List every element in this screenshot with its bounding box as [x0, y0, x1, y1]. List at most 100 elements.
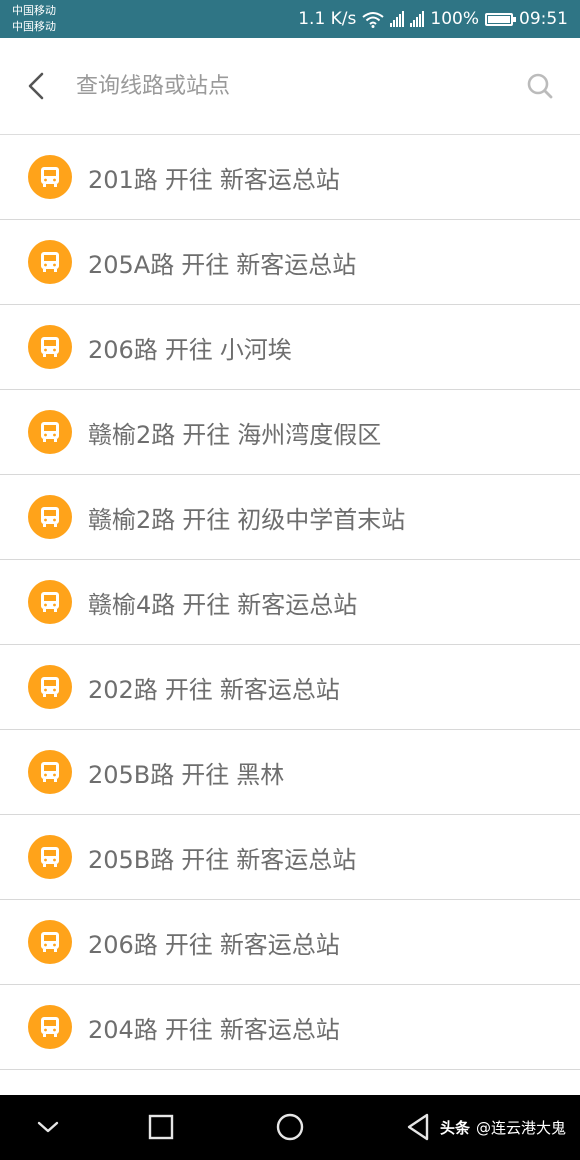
bus-icon: [41, 167, 59, 187]
bus-badge: [28, 920, 72, 964]
route-destination: 新客运总站: [219, 165, 340, 194]
bus-icon: [41, 847, 59, 867]
back-triangle-icon: [407, 1113, 429, 1141]
route-list-item[interactable]: 赣榆4路 开往 新客运总站: [0, 560, 580, 645]
route-text: 205A路 开往 新客运总站: [88, 245, 356, 280]
carrier-labels: 中国移动 中国移动: [12, 3, 56, 35]
route-list-item[interactable]: 205A路 开往 新客运总站: [0, 220, 580, 305]
bus-badge: [28, 155, 72, 199]
route-direction-label: 开往: [182, 420, 231, 449]
route-direction-label: 开往: [181, 250, 230, 279]
route-direction-label: 开往: [181, 760, 230, 789]
chevron-down-icon: [37, 1121, 59, 1133]
route-list-item[interactable]: 205B路 开往 黑林: [0, 730, 580, 815]
route-direction-label: 开往: [164, 1015, 213, 1044]
route-list-item[interactable]: 201路 开往 新客运总站: [0, 135, 580, 220]
route-direction-label: 开往: [164, 930, 213, 959]
route-name: 205B路: [88, 845, 175, 874]
route-list-item[interactable]: 202路 开往 新客运总站: [0, 645, 580, 730]
bus-badge: [28, 750, 72, 794]
route-text: 205B路 开往 新客运总站: [88, 840, 356, 875]
route-name: 206路: [88, 930, 158, 959]
search-icon: [527, 73, 553, 99]
search-header: [0, 38, 580, 135]
route-direction-label: 开往: [164, 165, 213, 194]
watermark-handle: @连云港大鬼: [475, 1119, 566, 1137]
signal-sim2-icon: [410, 11, 425, 27]
bus-icon: [41, 507, 59, 527]
bus-icon: [41, 1017, 59, 1037]
route-text: 202路 开往 新客运总站: [88, 670, 340, 705]
signal-sim1-icon: [390, 11, 405, 27]
bus-icon: [41, 932, 59, 952]
hide-keyboard-button[interactable]: [30, 1109, 66, 1145]
route-list: 201路 开往 新客运总站 205A路 开往 新客运总站 206路 开往 小河埃 赣榆2路 开往 海州…: [0, 135, 580, 1095]
bus-badge: [28, 410, 72, 454]
route-name: 204路: [88, 1015, 158, 1044]
route-text: 201路 开往 新客运总站: [88, 160, 340, 195]
bus-badge: [28, 325, 72, 369]
carrier-1-label: 中国移动: [12, 4, 56, 17]
home-button[interactable]: [272, 1109, 308, 1145]
route-destination: 新客运总站: [236, 845, 357, 874]
route-name: 赣榆2路: [88, 420, 176, 449]
clock: 09:51: [519, 9, 568, 29]
status-indicators: 1.1 K/s 100% 09:51: [298, 0, 568, 38]
route-text: 204路 开往 新客运总站: [88, 1010, 340, 1045]
route-direction-label: 开往: [182, 505, 231, 534]
route-list-item[interactable]: 205B路 开往 新客运总站: [0, 815, 580, 900]
home-circle-icon: [276, 1113, 304, 1141]
bus-icon: [41, 762, 59, 782]
route-name: 206路: [88, 335, 158, 364]
bus-icon: [41, 677, 59, 697]
route-destination: 新客运总站: [236, 250, 357, 279]
route-name: 205B路: [88, 760, 175, 789]
route-direction-label: 开往: [182, 590, 231, 619]
bus-badge: [28, 1005, 72, 1049]
app-screen: 中国移动 中国移动 1.1 K/s 100% 09:51 查询线路或站点 201…: [0, 0, 580, 1160]
route-name: 赣榆2路: [88, 505, 176, 534]
route-list-item[interactable]: 赣榆2路 开往 海州湾度假区: [0, 390, 580, 475]
route-list-item[interactable]: 206路 开往 新客运总站: [0, 900, 580, 985]
route-name: 205A路: [88, 250, 175, 279]
wifi-icon: [362, 11, 385, 28]
route-text: 赣榆2路 开往 初级中学首末站: [88, 500, 405, 535]
bus-icon: [41, 337, 59, 357]
back-button[interactable]: [18, 66, 58, 106]
route-direction-label: 开往: [164, 675, 213, 704]
route-name: 201路: [88, 165, 158, 194]
route-text: 赣榆4路 开往 新客运总站: [88, 585, 357, 620]
route-text: 205B路 开往 黑林: [88, 755, 284, 790]
watermark-brand: 头条: [439, 1119, 470, 1137]
route-destination: 初级中学首末站: [237, 505, 406, 534]
route-direction-label: 开往: [181, 845, 230, 874]
route-destination: 新客运总站: [219, 675, 340, 704]
recents-button[interactable]: [143, 1109, 179, 1145]
net-speed: 1.1 K/s: [298, 9, 357, 29]
carrier-2-label: 中国移动: [12, 20, 56, 33]
route-list-item[interactable]: 204路 开往 新客运总站: [0, 985, 580, 1070]
route-name: 赣榆4路: [88, 590, 176, 619]
recents-square-icon: [148, 1114, 174, 1140]
route-direction-label: 开往: [164, 335, 213, 364]
route-destination: 海州湾度假区: [237, 420, 382, 449]
system-back-button[interactable]: [401, 1109, 437, 1145]
chevron-left-icon: [28, 72, 44, 100]
navigation-bar: 头条 @连云港大鬼: [0, 1095, 580, 1160]
route-list-item[interactable]: 206路 开往 小河埃: [0, 305, 580, 390]
bus-badge: [28, 240, 72, 284]
bus-badge: [28, 835, 72, 879]
search-input[interactable]: [72, 66, 510, 106]
status-bar: 中国移动 中国移动 1.1 K/s 100% 09:51: [0, 0, 580, 38]
route-destination: 新客运总站: [237, 590, 358, 619]
search-button[interactable]: [522, 68, 558, 104]
bus-badge: [28, 665, 72, 709]
battery-percent: 100%: [430, 9, 479, 29]
route-destination: 新客运总站: [219, 1015, 340, 1044]
route-text: 206路 开往 新客运总站: [88, 925, 340, 960]
bus-icon: [41, 592, 59, 612]
route-list-item[interactable]: 赣榆2路 开往 初级中学首末站: [0, 475, 580, 560]
bus-icon: [41, 422, 59, 442]
route-text: 赣榆2路 开往 海州湾度假区: [88, 415, 381, 450]
bus-icon: [41, 252, 59, 272]
